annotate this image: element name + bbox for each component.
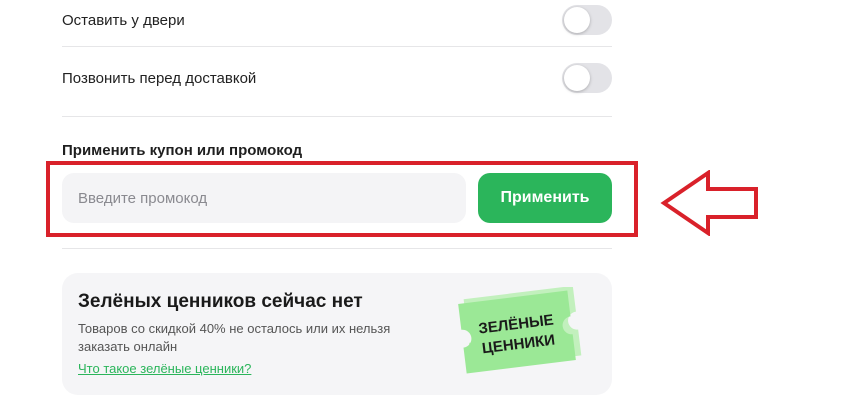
arrow-left-outline-icon — [660, 170, 758, 236]
green-prices-card: Зелёных ценников сейчас нет Товаров со с… — [62, 273, 612, 395]
leave-at-door-toggle[interactable] — [562, 5, 612, 35]
green-prices-description: Товаров со скидкой 40% не осталось или и… — [78, 321, 391, 354]
divider — [62, 116, 612, 117]
toggle-knob — [564, 65, 590, 91]
checkout-options-panel: Оставить у двери Позвонить перед доставк… — [0, 0, 851, 420]
option-leave-at-door: Оставить у двери — [62, 4, 612, 36]
call-before-delivery-toggle[interactable] — [562, 63, 612, 93]
option-call-before-delivery: Позвонить перед доставкой — [62, 62, 612, 94]
option-call-before-delivery-label: Позвонить перед доставкой — [62, 69, 257, 87]
option-leave-at-door-label: Оставить у двери — [62, 11, 185, 29]
green-prices-link[interactable]: Что такое зелёные ценники? — [78, 361, 251, 376]
highlight-frame — [46, 161, 638, 237]
divider — [62, 248, 612, 249]
toggle-knob — [564, 7, 590, 33]
green-price-tag-icon: ЗЕЛЁНЫЕ ЦЕННИКИ — [458, 287, 582, 374]
green-prices-title: Зелёных ценников сейчас нет — [78, 291, 363, 312]
divider — [62, 46, 612, 47]
coupon-heading: Применить купон или промокод — [62, 142, 303, 159]
